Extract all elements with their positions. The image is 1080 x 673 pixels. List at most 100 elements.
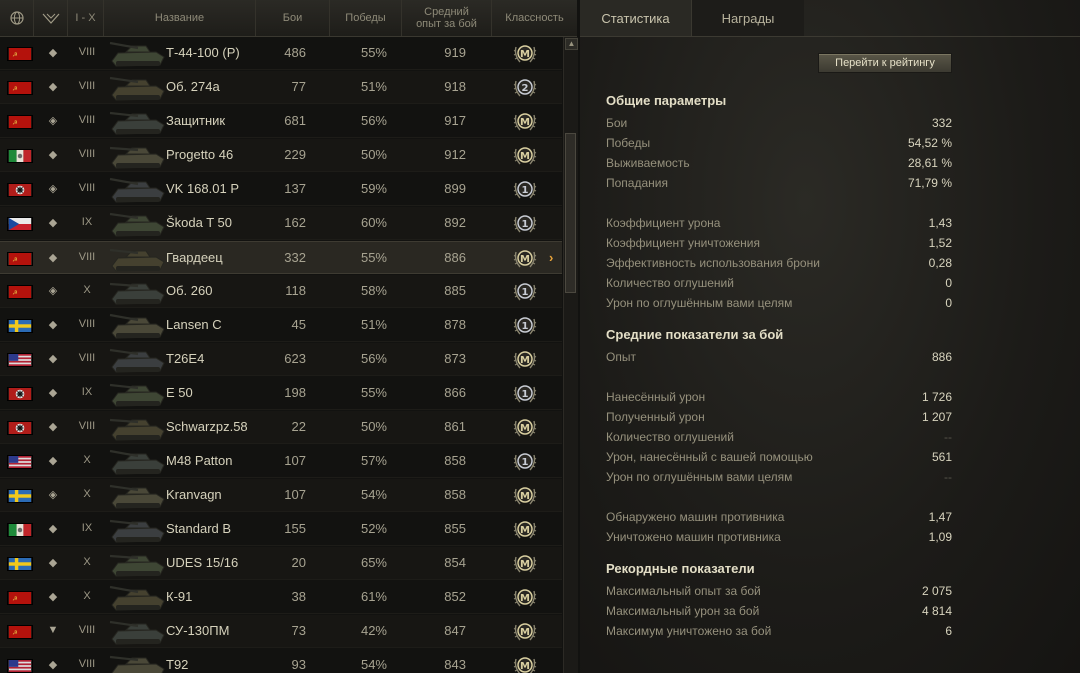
type-filter-button[interactable]: [34, 0, 68, 36]
svg-text:1: 1: [522, 287, 529, 298]
table-row[interactable]: ◆ X M48 Patton 107 57% 858 1: [0, 445, 562, 478]
vehicle-type-icon: ◈: [48, 183, 58, 195]
svg-text:M: M: [520, 559, 530, 570]
table-row[interactable]: ◆ VIII Lansen C 45 51% 878 1: [0, 309, 562, 342]
table-row[interactable]: ◆ VIII Progetto 46 229 50% 912 M: [0, 139, 562, 172]
name-header-label: Название: [154, 12, 205, 24]
scroll-thumb[interactable]: [565, 133, 576, 293]
svg-text:M: M: [520, 491, 530, 502]
vehicle-name-cell: E 50: [166, 385, 193, 400]
tank-image: [108, 481, 168, 511]
vehicle-type-icon: ◆: [48, 523, 58, 535]
tier-cell: VIII: [78, 182, 96, 194]
scrollbar[interactable]: ▲: [563, 37, 578, 673]
wins-cell: 51%: [360, 317, 387, 332]
tank-image: [108, 447, 168, 477]
table-row[interactable]: ◆ IX Škoda T 50 162 60% 892 1: [0, 207, 562, 240]
tank-image: [108, 515, 168, 545]
table-row[interactable]: ◆ IX E 50 198 55% 866 1: [0, 377, 562, 410]
vehicle-name-cell: VK 168.01 P: [166, 181, 239, 196]
xp-column-header[interactable]: Средний опыт за бой: [402, 0, 492, 36]
statistics-panel: Статистика Награды Перейти к рейтингу Об…: [580, 0, 1080, 673]
vehicle-name-cell: К-91: [166, 589, 193, 604]
wins-cell: 50%: [360, 147, 387, 162]
class-column-header[interactable]: Классность: [492, 0, 577, 36]
tier-cell: VIII: [78, 148, 96, 160]
tab-statistics[interactable]: Статистика: [580, 0, 692, 36]
battles-cell: 77: [291, 79, 306, 94]
nation-filter-button[interactable]: [0, 0, 34, 36]
svg-text:2: 2: [522, 83, 529, 94]
avg-xp-cell: 847: [444, 623, 466, 638]
wins-cell: 52%: [360, 521, 387, 536]
battles-cell: 623: [284, 351, 306, 366]
vehicle-type-icon: ◆: [48, 149, 58, 161]
table-row[interactable]: ☭ ▼ VIII СУ-130ПМ 73 42% 847 M: [0, 615, 562, 648]
table-row[interactable]: ☭ ◆ VIII Т-44-100 (Р) 486 55% 919 M: [0, 37, 562, 70]
table-row[interactable]: ◈ VIII VK 168.01 P 137 59% 899 1: [0, 173, 562, 206]
table-row[interactable]: ☭ ◆ VIII Об. 274а 77 51% 918 2: [0, 71, 562, 104]
wins-column-header[interactable]: Победы: [330, 0, 402, 36]
stat-value: 0,28: [928, 256, 952, 270]
tier-cell: VIII: [78, 80, 96, 92]
nation-flag-icon: ☭: [7, 252, 33, 266]
battles-column-header[interactable]: Бои: [256, 0, 330, 36]
avg-xp-cell: 885: [444, 283, 466, 298]
table-row[interactable]: ◆ VIII Schwarzpz.58 22 50% 861 M: [0, 411, 562, 444]
table-row[interactable]: ☭ ◈ VIII Защитник 681 56% 917 M: [0, 105, 562, 138]
table-row[interactable]: ☭ ◆ X К-91 38 61% 852 M: [0, 581, 562, 614]
battles-cell: 486: [284, 45, 306, 60]
avg-xp-cell: 917: [444, 113, 466, 128]
tank-image: [108, 311, 168, 341]
tank-image: [108, 244, 168, 274]
scroll-up-icon[interactable]: ▲: [565, 38, 578, 50]
stat-label: Коэффициент урона: [606, 216, 721, 230]
table-row-selected[interactable]: ☭ ◆ VIII Гвардеец 332 55% 886 M ›: [0, 241, 562, 274]
battles-cell: 20: [291, 555, 306, 570]
avg-xp-cell: 886: [444, 250, 466, 265]
avg-xp-cell: 843: [444, 657, 466, 672]
mastery-badge-icon: 1: [512, 211, 538, 237]
avg-xp-cell: 892: [444, 215, 466, 230]
avg-xp-cell: 854: [444, 555, 466, 570]
stat-value: 0: [945, 276, 952, 290]
stat-value: 6: [945, 624, 952, 638]
vehicle-type-icon: ◆: [48, 319, 58, 331]
vehicle-type-icon: ◆: [48, 353, 58, 365]
vehicle-name-cell: Защитник: [166, 113, 226, 128]
svg-text:M: M: [520, 355, 530, 366]
tab-statistics-label: Статистика: [601, 10, 670, 26]
battles-cell: 332: [284, 250, 306, 265]
vehicle-type-icon: ◆: [48, 387, 58, 399]
vehicle-type-icon: ◆: [48, 81, 58, 93]
table-row[interactable]: ◆ X UDES 15/16 20 65% 854 M: [0, 547, 562, 580]
avg-xp-cell: 855: [444, 521, 466, 536]
vehicle-type-icon: ◈: [48, 115, 58, 127]
wins-cell: 54%: [360, 487, 387, 502]
stat-value: 1 207: [921, 410, 952, 424]
vehicle-name-cell: Standard B: [166, 521, 232, 536]
tab-awards[interactable]: Награды: [692, 0, 804, 36]
vehicle-name-cell: M48 Patton: [166, 453, 233, 468]
table-row[interactable]: ☭ ◈ X Об. 260 118 58% 885 1: [0, 275, 562, 308]
tier-cell: X: [83, 454, 91, 466]
tier-column-header[interactable]: I - X: [68, 0, 104, 36]
go-to-rating-button[interactable]: Перейти к рейтингу: [818, 53, 952, 73]
table-row[interactable]: ◆ VIII T26E4 623 56% 873 M: [0, 343, 562, 376]
avg-xp-cell: 852: [444, 589, 466, 604]
table-header: I - X Название Бои Победы Средний опыт з…: [0, 0, 577, 37]
battles-cell: 137: [284, 181, 306, 196]
stat-value: 1,52: [928, 236, 952, 250]
tier-cell: IX: [81, 522, 93, 534]
wins-cell: 55%: [360, 45, 387, 60]
table-row[interactable]: ◆ VIII T92 93 54% 843 M: [0, 649, 562, 673]
name-column-header[interactable]: Название: [104, 0, 256, 36]
vehicle-name-cell: Lansen C: [166, 317, 222, 332]
tier-cell: IX: [81, 386, 93, 398]
battles-cell: 22: [291, 419, 306, 434]
battles-cell: 155: [284, 521, 306, 536]
table-row[interactable]: ◆ IX Standard B 155 52% 855 M: [0, 513, 562, 546]
stat-label: Опыт: [606, 350, 636, 364]
table-row[interactable]: ◈ X Kranvagn 107 54% 858 M: [0, 479, 562, 512]
vehicle-type-icon: ◆: [48, 591, 58, 603]
